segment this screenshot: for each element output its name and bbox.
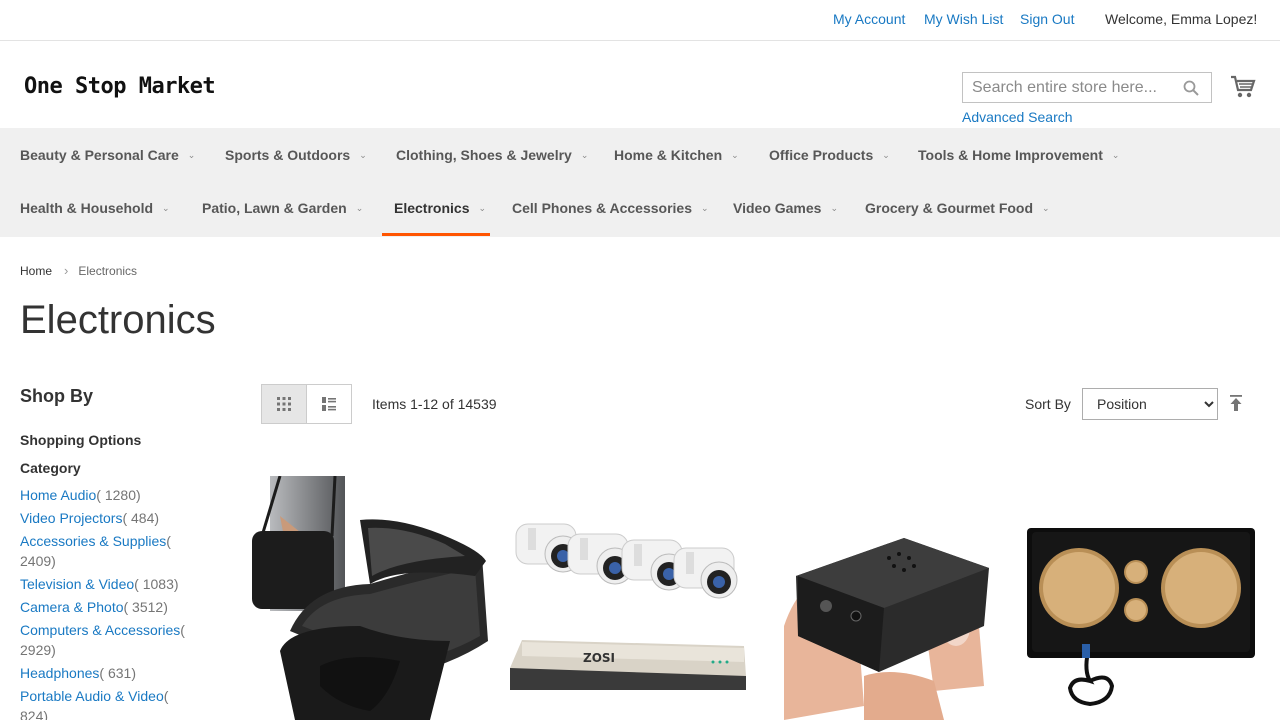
active-nav-indicator xyxy=(382,233,490,236)
nav-label: Electronics xyxy=(394,200,470,216)
category-count: ( 631) xyxy=(99,665,136,681)
nav-sports-outdoors[interactable]: Sports & Outdoors ⌄ xyxy=(225,128,367,181)
search-icon[interactable] xyxy=(1183,80,1199,96)
nav-video-games[interactable]: Video Games ⌄ xyxy=(733,181,838,234)
nav-label: Clothing, Shoes & Jewelry xyxy=(396,147,572,163)
chevron-down-icon: ⌄ xyxy=(187,150,196,160)
chevron-down-icon: ⌄ xyxy=(1111,150,1120,160)
sort-by-select[interactable]: Position xyxy=(1082,388,1218,420)
list-item: Camera & Photo( 3512) xyxy=(20,597,200,617)
category-count: ( 484) xyxy=(122,510,160,526)
sort-direction-arrow-icon[interactable] xyxy=(1229,395,1243,411)
breadcrumb-home-link[interactable]: Home xyxy=(20,264,52,278)
breadcrumb-current: Electronics xyxy=(78,264,138,278)
my-wish-list-link[interactable]: My Wish List xyxy=(924,11,1003,27)
nav-label: Patio, Lawn & Garden xyxy=(202,200,347,216)
category-link[interactable]: Headphones xyxy=(20,665,99,681)
my-account-link[interactable]: My Account xyxy=(833,11,905,27)
list-item: Computers & Accessories( 2929) xyxy=(20,620,200,660)
shopping-cart-icon[interactable] xyxy=(1230,75,1256,99)
security-camera-set-image: ZOSI xyxy=(508,476,748,720)
items-count: Items 1-12 of 14539 xyxy=(372,396,497,412)
nav-label: Video Games xyxy=(733,200,822,216)
nav-home-kitchen[interactable]: Home & Kitchen ⌄ xyxy=(614,128,739,181)
speaker-box-image xyxy=(1024,476,1258,720)
product-image-speaker-box[interactable] xyxy=(1024,476,1258,720)
carrying-case-image xyxy=(250,476,490,720)
welcome-message: Welcome, Emma Lopez! xyxy=(1105,11,1258,27)
product-image-mini-camera[interactable] xyxy=(784,476,1006,720)
breadcrumb: Home › Electronics xyxy=(20,263,137,278)
search-box xyxy=(962,72,1212,103)
grid-view-button[interactable] xyxy=(261,384,307,424)
grid-icon xyxy=(277,397,291,411)
list-view-button[interactable] xyxy=(306,384,352,424)
nav-health-household[interactable]: Health & Household ⌄ xyxy=(20,181,170,234)
list-icon xyxy=(322,397,336,411)
nav-beauty-personal-care[interactable]: Beauty & Personal Care ⌄ xyxy=(20,128,195,181)
category-link[interactable]: Video Projectors xyxy=(20,510,122,526)
search-input[interactable] xyxy=(963,73,1173,102)
category-count: ( 1280) xyxy=(96,487,141,503)
list-item: Home Audio( 1280) xyxy=(20,485,200,505)
category-link[interactable]: Home Audio xyxy=(20,487,96,503)
nav-label: Grocery & Gourmet Food xyxy=(865,200,1034,216)
sign-out-link[interactable]: Sign Out xyxy=(1020,11,1074,27)
list-item: Accessories & Supplies( 2409) xyxy=(20,531,200,571)
nav-tools-home-improvement[interactable]: Tools & Home Improvement ⌄ xyxy=(918,128,1119,181)
svg-text:ZOSI: ZOSI xyxy=(583,651,615,665)
top-bar: My Account My Wish List Sign Out Welcome… xyxy=(0,0,1280,41)
nav-label: Health & Household xyxy=(20,200,154,216)
category-count: ( 3512) xyxy=(123,599,168,615)
chevron-down-icon: ⌄ xyxy=(830,203,838,213)
category-link[interactable]: Computers & Accessories xyxy=(20,622,180,638)
chevron-down-icon: ⌄ xyxy=(162,203,170,213)
page-title: Electronics xyxy=(20,298,216,342)
nav-cell-phones-accessories[interactable]: Cell Phones & Accessories ⌄ xyxy=(512,181,709,234)
mini-camera-image xyxy=(784,476,1006,720)
nav-label: Cell Phones & Accessories xyxy=(512,200,693,216)
advanced-search-link[interactable]: Advanced Search xyxy=(962,109,1073,125)
chevron-down-icon: ⌄ xyxy=(701,203,709,213)
category-count: ( 1083) xyxy=(134,576,179,592)
chevron-down-icon: ⌄ xyxy=(478,203,487,213)
list-item: Portable Audio & Video( 824) xyxy=(20,686,200,720)
chevron-down-icon: ⌄ xyxy=(882,150,890,160)
nav-electronics[interactable]: Electronics ⌄ xyxy=(394,181,486,234)
chevron-down-icon: ⌄ xyxy=(355,203,364,213)
product-image-carrying-case[interactable] xyxy=(250,476,490,720)
nav-office-products[interactable]: Office Products ⌄ xyxy=(769,128,890,181)
chevron-right-icon: › xyxy=(64,263,69,278)
nav-patio-lawn-garden[interactable]: Patio, Lawn & Garden ⌄ xyxy=(202,181,363,234)
nav-label: Sports & Outdoors xyxy=(225,147,351,163)
category-filter-list: Home Audio( 1280) Video Projectors( 484)… xyxy=(20,485,200,720)
nav-label: Home & Kitchen xyxy=(614,147,723,163)
category-link[interactable]: Camera & Photo xyxy=(20,599,124,615)
chevron-down-icon: ⌄ xyxy=(580,150,589,160)
sort-by-label: Sort By xyxy=(1025,396,1071,412)
chevron-down-icon: ⌄ xyxy=(1042,203,1050,213)
chevron-down-icon: ⌄ xyxy=(731,150,739,160)
product-image-security-cameras[interactable]: ZOSI xyxy=(508,476,748,720)
list-item: Headphones( 631) xyxy=(20,663,200,683)
nav-label: Office Products xyxy=(769,147,874,163)
nav-grocery-gourmet-food[interactable]: Grocery & Gourmet Food ⌄ xyxy=(865,181,1050,234)
list-item: Television & Video( 1083) xyxy=(20,574,200,594)
category-filter-title[interactable]: Category xyxy=(20,460,81,476)
nav-label: Tools & Home Improvement xyxy=(918,147,1103,163)
category-link[interactable]: Television & Video xyxy=(20,576,134,592)
chevron-down-icon: ⌄ xyxy=(359,150,367,160)
list-item: Video Projectors( 484) xyxy=(20,508,200,528)
category-link[interactable]: Accessories & Supplies xyxy=(20,533,166,549)
nav-label: Beauty & Personal Care xyxy=(20,147,179,163)
shopping-options-heading: Shopping Options xyxy=(20,432,142,448)
shop-by-heading: Shop By xyxy=(20,386,94,406)
nav-clothing-shoes-jewelry[interactable]: Clothing, Shoes & Jewelry ⌄ xyxy=(396,128,588,181)
category-link[interactable]: Portable Audio & Video xyxy=(20,688,164,704)
store-logo[interactable]: One Stop Market xyxy=(24,74,216,99)
